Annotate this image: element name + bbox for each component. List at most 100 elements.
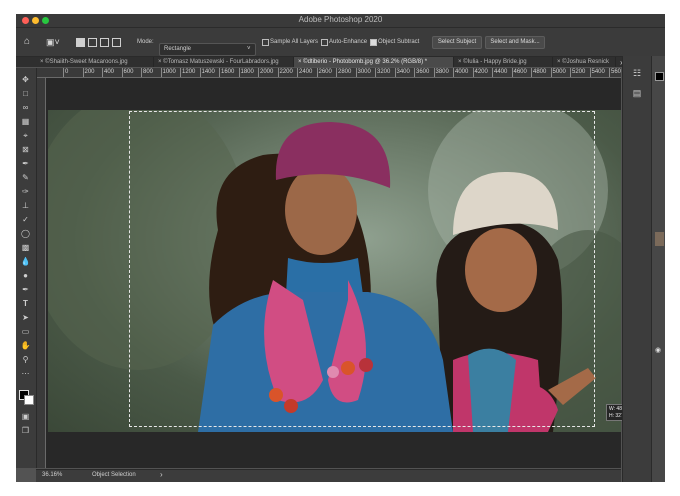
background-color-swatch[interactable] bbox=[24, 395, 34, 405]
zoom-icon[interactable]: ⚲ bbox=[19, 354, 32, 365]
ruler-tick-mark bbox=[180, 68, 181, 77]
ruler-tick-label: 2400 bbox=[299, 69, 313, 75]
ruler-tick-label: 5400 bbox=[591, 69, 605, 75]
eyedropper-icon[interactable]: ✒ bbox=[19, 158, 32, 169]
quick-mask-icon[interactable]: ▣ bbox=[19, 411, 32, 422]
blur-icon[interactable]: 💧 bbox=[19, 256, 32, 267]
auto-enhance-checkbox[interactable] bbox=[321, 39, 328, 46]
ruler-tick-mark bbox=[394, 68, 396, 77]
ruler-tick-label: 4400 bbox=[494, 69, 508, 75]
home-icon[interactable]: ⌂ bbox=[24, 37, 30, 47]
history-brush-icon[interactable]: ✓ bbox=[19, 214, 32, 225]
tab-document[interactable]: × ©Shaiith-Sweet Macaroons.jpg bbox=[36, 57, 154, 67]
ruler-tick-mark bbox=[472, 68, 474, 77]
visibility-eye-icon[interactable]: ◉ bbox=[655, 346, 661, 354]
selection-marquee[interactable] bbox=[129, 111, 595, 427]
ruler-tick-mark bbox=[511, 68, 513, 77]
ruler-tick-mark bbox=[609, 68, 610, 77]
healing-brush-icon[interactable]: ✎ bbox=[19, 172, 32, 183]
select-and-mask-button[interactable]: Select and Mask... bbox=[485, 36, 545, 49]
tab-document[interactable]: × ©Joshua Resnick bbox=[553, 57, 616, 67]
color-swatch[interactable] bbox=[655, 72, 664, 81]
ruler-tick-mark bbox=[492, 68, 493, 77]
crop-tool-icon[interactable]: ⌖ bbox=[19, 130, 32, 141]
document-tabs: × ©Shaiith-Sweet Macaroons.jpg × ©Tomasz… bbox=[16, 57, 665, 67]
ruler-tick-mark bbox=[238, 68, 240, 77]
ruler-tick-mark bbox=[121, 68, 123, 77]
chevron-down-icon: ˅ bbox=[247, 46, 251, 52]
ruler-tick-label: 600 bbox=[123, 69, 134, 75]
ruler-tick-label: 3200 bbox=[377, 69, 391, 75]
ruler-tick-mark bbox=[316, 68, 318, 77]
ruler-tick-mark bbox=[63, 68, 64, 77]
auto-enhance-label: Auto-Enhance bbox=[329, 39, 368, 45]
layers-panel-edge: ◉ bbox=[651, 56, 665, 482]
intersect-selection-icon[interactable] bbox=[112, 38, 121, 47]
ruler-tick-mark bbox=[258, 68, 259, 77]
frame-tool-icon[interactable]: ⊠ bbox=[19, 144, 32, 155]
mode-dropdown[interactable]: Rectangle ˅ bbox=[159, 43, 256, 56]
photoshop-window: Adobe Photoshop 2020 ⌂ ▣˅ Mode: Rectangl… bbox=[16, 14, 665, 482]
lasso-tool-icon[interactable]: ∞ bbox=[19, 102, 32, 113]
ruler-tick-label: 4600 bbox=[513, 69, 527, 75]
window-title: Adobe Photoshop 2020 bbox=[298, 15, 383, 24]
ruler-tick-label: 400 bbox=[104, 69, 115, 75]
tab-document-active[interactable]: × ©dtiberio - Photobomb.jpg @ 36.2% (RGB… bbox=[294, 57, 454, 67]
brush-icon[interactable]: ✑ bbox=[19, 186, 32, 197]
object-selection-tool-icon[interactable]: ▦ bbox=[19, 116, 32, 127]
status-arrow-icon[interactable]: › bbox=[160, 470, 163, 479]
object-selection-preset-icon[interactable]: ▣˅ bbox=[46, 37, 60, 47]
ruler-tick-mark bbox=[433, 68, 435, 77]
gradient-icon[interactable]: ▩ bbox=[19, 242, 32, 253]
ruler-tick-label: 3400 bbox=[396, 69, 410, 75]
ruler-tick-mark bbox=[336, 68, 337, 77]
object-subtract-label: Object Subtract bbox=[378, 39, 420, 45]
ruler-tick-label: 1000 bbox=[162, 69, 176, 75]
eraser-icon[interactable]: ◯ bbox=[19, 228, 32, 239]
ruler-tick-mark bbox=[102, 68, 103, 77]
tools-panel: ✥ □ ∞ ▦ ⌖ ⊠ ✒ ✎ ✑ ⊥ ✓ ◯ ▩ 💧 ● ✒ T ➤ ▭ ✋ … bbox=[16, 68, 37, 468]
rectangle-icon[interactable]: ▭ bbox=[19, 326, 32, 337]
ruler-tick-label: 2000 bbox=[260, 69, 274, 75]
ruler-tick-label: 1200 bbox=[182, 69, 196, 75]
tab-document[interactable]: × ©Iulia - Happy Bride.jpg bbox=[454, 57, 553, 67]
dodge-icon[interactable]: ● bbox=[19, 270, 32, 281]
zoom-level[interactable]: 36.16% bbox=[42, 472, 62, 478]
subtract-selection-icon[interactable] bbox=[100, 38, 109, 47]
marquee-tool-icon[interactable]: □ bbox=[19, 88, 32, 99]
clone-stamp-icon[interactable]: ⊥ bbox=[19, 200, 32, 211]
layer-thumbnail[interactable] bbox=[655, 232, 664, 246]
add-selection-icon[interactable] bbox=[88, 38, 97, 47]
path-select-icon[interactable]: ➤ bbox=[19, 312, 32, 323]
ruler-tick-label: 0 bbox=[65, 69, 69, 75]
ruler-tick-mark bbox=[550, 68, 552, 77]
current-tool-label: Object Selection bbox=[92, 472, 136, 478]
learn-icon[interactable]: ☷ bbox=[632, 68, 642, 79]
ruler-tick-mark bbox=[141, 68, 142, 77]
left-ruler bbox=[37, 78, 46, 468]
ruler-tick-mark bbox=[219, 68, 220, 77]
ruler-tick-label: 3000 bbox=[357, 69, 371, 75]
more-tools-icon[interactable]: ⋯ bbox=[19, 368, 32, 379]
properties-icon[interactable]: ▤ bbox=[632, 88, 642, 99]
ruler-tick-label: 5600 bbox=[611, 69, 621, 75]
ruler-tick-label: 1800 bbox=[240, 69, 254, 75]
screen-mode-icon[interactable]: ❒ bbox=[19, 425, 32, 436]
hand-icon[interactable]: ✋ bbox=[19, 340, 32, 351]
ruler-tick-mark bbox=[199, 68, 201, 77]
ruler-tick-label: 4200 bbox=[474, 69, 488, 75]
type-icon[interactable]: T bbox=[19, 298, 32, 309]
tab-document[interactable]: × ©Tomasz Matuszewski - FourLabradors.jp… bbox=[154, 57, 294, 67]
new-selection-icon[interactable] bbox=[76, 38, 85, 47]
object-subtract-checkbox[interactable] bbox=[370, 39, 377, 46]
ruler-tick-label: 200 bbox=[84, 69, 95, 75]
sample-all-layers-checkbox[interactable] bbox=[262, 39, 269, 46]
select-subject-button[interactable]: Select Subject bbox=[432, 36, 482, 49]
ruler-tick-label: 5000 bbox=[552, 69, 566, 75]
pen-icon[interactable]: ✒ bbox=[19, 284, 32, 295]
move-tool-icon[interactable]: ✥ bbox=[19, 74, 32, 85]
ruler-tick-label: 2600 bbox=[318, 69, 332, 75]
ruler-tick-mark bbox=[160, 68, 162, 77]
status-bar: 36.16% Object Selection › bbox=[36, 469, 621, 482]
ruler-tick-mark bbox=[453, 68, 454, 77]
